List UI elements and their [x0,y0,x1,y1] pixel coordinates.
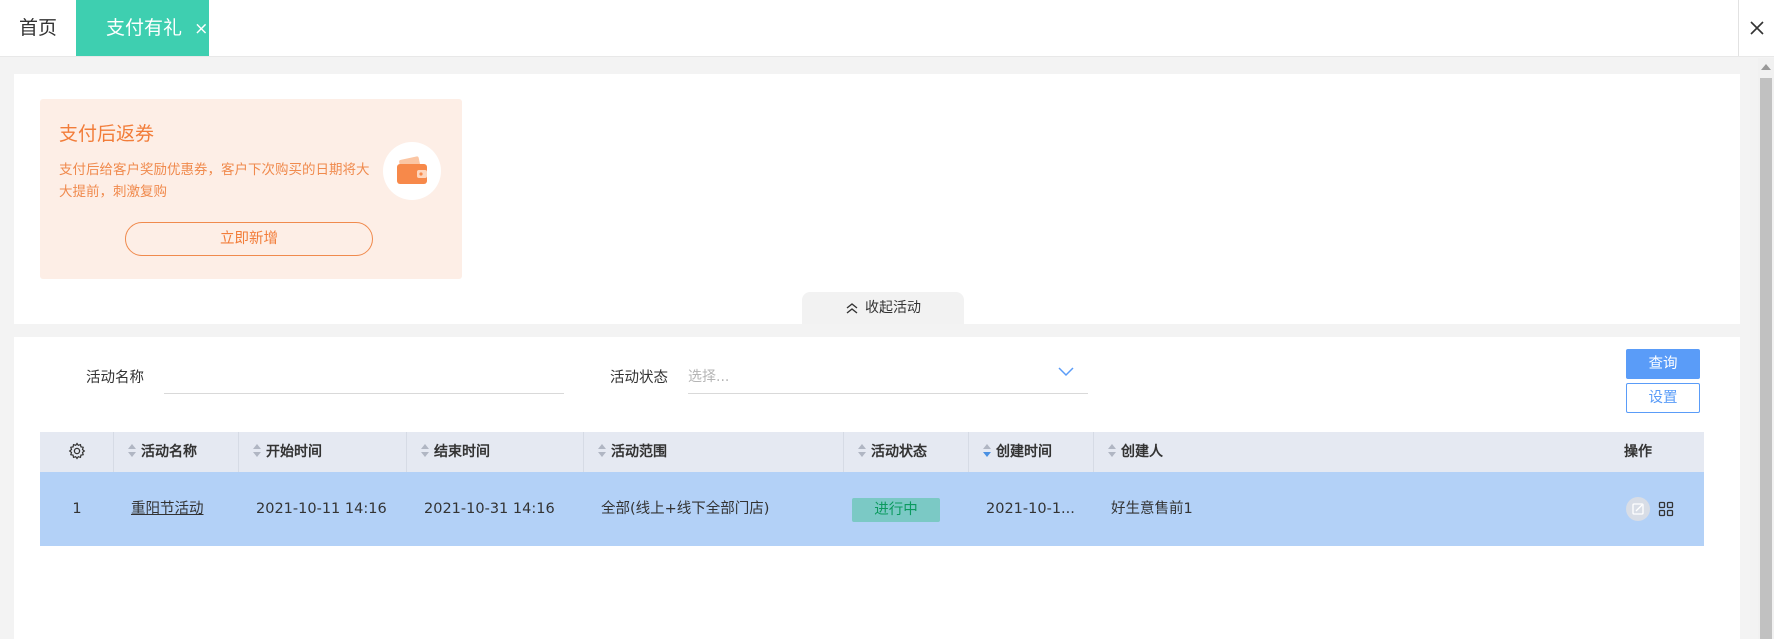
table-header: 活动名称 开始时间 结束时间 活动范围 活动状态 创建时间 创建人 操作 [40,432,1704,472]
col-label: 活动名称 [141,444,197,460]
col-start-time[interactable]: 开始时间 [239,432,407,472]
chevron-down-icon[interactable] [1058,367,1074,377]
chevron-up-icon [846,303,858,314]
sort-icon [1108,444,1117,458]
row-index: 1 [72,501,82,517]
col-creator[interactable]: 创建人 [1094,432,1544,472]
activity-name-label: 活动名称 [86,370,144,386]
sort-icon [128,444,137,458]
activity-name-link[interactable]: 重阳节活动 [131,472,204,546]
wallet-icon [383,142,441,200]
tab-home[interactable]: 首页 [0,0,76,56]
activity-status-label: 活动状态 [610,370,668,386]
table-row[interactable]: 1 重阳节活动 2021-10-11 14:16 2021-10-31 14:1… [40,472,1704,546]
sort-icon [421,444,430,458]
close-icon [1750,21,1764,35]
sort-icon [598,444,607,458]
status-cell: 进行中 [844,472,969,546]
end-time-cell: 2021-10-31 14:16 [424,501,555,517]
sort-desc-icon [983,444,992,458]
activity-name-text[interactable]: 重阳节活动 [131,501,204,517]
activity-status-underline [688,393,1088,394]
scrollbar-thumb[interactable] [1760,78,1772,639]
col-created-time[interactable]: 创建时间 [969,432,1094,472]
col-label: 创建时间 [996,444,1052,460]
promo-title: 支付后返券 [59,123,155,145]
col-scope[interactable]: 活动范围 [584,432,844,472]
tab-label: 支付有礼 [106,17,183,39]
scroll-up-arrow-icon[interactable] [1761,64,1771,70]
activity-table: 活动名称 开始时间 结束时间 活动范围 活动状态 创建时间 创建人 操作 1 重… [40,432,1704,546]
close-window-button[interactable] [1738,0,1774,56]
col-label: 创建人 [1121,444,1163,460]
settings-button[interactable]: 设置 [1626,383,1700,413]
activity-cards-panel: 支付后返券 支付后给客户奖励优惠券，客户下次购买的日期将大大提前，刺激复购 立即… [14,74,1740,324]
activity-name-input[interactable] [164,357,564,387]
promo-card-coupon-return: 支付后返券 支付后给客户奖励优惠券，客户下次购买的日期将大大提前，刺激复购 立即… [40,99,462,279]
col-label: 活动范围 [611,444,667,460]
collapse-label: 收起活动 [865,300,921,316]
sort-icon [253,444,262,458]
edit-icon[interactable] [1626,497,1650,521]
gear-icon [68,442,85,460]
activity-name-underline [164,393,564,394]
col-label: 开始时间 [266,444,322,460]
activity-list-panel: 活动名称 活动状态 选择... 查询 设置 活动名称 开始时间 结束时间 活动范… [14,337,1740,639]
scope-cell: 全部(线上+线下全部门店) [601,501,770,517]
vertical-scrollbar[interactable] [1758,58,1774,639]
creator-cell: 好生意售前1 [1111,501,1193,517]
tab-close-icon[interactable]: × [194,19,208,39]
col-label: 活动状态 [871,444,927,460]
status-badge: 进行中 [852,498,940,522]
tab-bar: 首页 支付有礼 × [0,0,1774,57]
sort-icon [858,444,867,458]
start-time-cell: 2021-10-11 14:16 [256,501,387,517]
collapse-activities-button[interactable]: 收起活动 [802,292,964,324]
activity-status-select[interactable]: 选择... [688,366,729,386]
col-label: 结束时间 [434,444,490,460]
add-now-button[interactable]: 立即新增 [125,222,373,256]
promo-description: 支付后给客户奖励优惠券，客户下次购买的日期将大大提前，刺激复购 [59,162,370,200]
tab-payment-gift[interactable]: 支付有礼 × [76,0,209,56]
qrcode-icon[interactable] [1658,501,1674,517]
col-label: 操作 [1624,444,1652,460]
column-settings-gear[interactable] [40,432,114,472]
created-time-cell: 2021-10-1... [986,501,1075,517]
query-button[interactable]: 查询 [1626,349,1700,379]
col-actions: 操作 [1624,432,1704,472]
col-activity-name[interactable]: 活动名称 [114,432,239,472]
col-status[interactable]: 活动状态 [844,432,969,472]
col-end-time[interactable]: 结束时间 [407,432,584,472]
